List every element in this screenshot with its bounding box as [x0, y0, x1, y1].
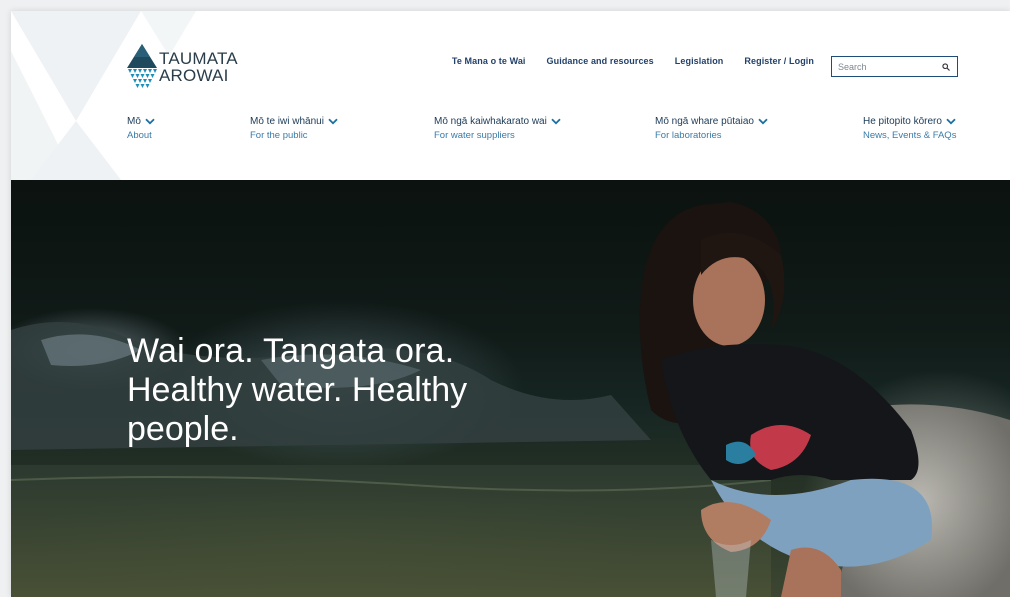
nav-item-for-water-suppliers[interactable]: Mō ngā kaiwhakarato wai For water suppli… [434, 115, 561, 143]
water-drop-logo-icon [127, 44, 157, 88]
hero-heading: Wai ora. Tangata ora. Healthy water. Hea… [127, 332, 547, 449]
browser-viewport: TAUMATA AROWAI Te Mana o te Wai Guidance… [11, 11, 1010, 597]
nav-item-about[interactable]: Mō About [127, 115, 155, 143]
chevron-down-icon [145, 118, 155, 125]
utility-nav: Te Mana o te Wai Guidance and resources … [452, 56, 814, 66]
nav-item-english-label: For water suppliers [434, 130, 515, 141]
search-box[interactable] [831, 56, 958, 77]
nav-item-maori-label: He pitopito kōrero [863, 116, 942, 127]
nav-item-english-label: For laboratories [655, 130, 722, 141]
utility-link-legislation[interactable]: Legislation [675, 56, 724, 66]
chevron-down-icon [946, 118, 956, 125]
nav-item-for-the-public[interactable]: Mō te iwi whānui For the public [250, 115, 338, 143]
utility-link-te-mana-o-te-wai[interactable]: Te Mana o te Wai [452, 56, 526, 66]
nav-item-for-laboratories[interactable]: Mō ngā whare pūtaiao For laboratories [655, 115, 768, 143]
chevron-down-icon [328, 118, 338, 125]
nav-item-news-events-faqs[interactable]: He pitopito kōrero News, Events & FAQs [863, 115, 956, 143]
chevron-down-icon [758, 118, 768, 125]
hero-banner: Wai ora. Tangata ora. Healthy water. Hea… [11, 180, 1010, 597]
chevron-down-icon [551, 118, 561, 125]
nav-item-maori-label: Mō ngā whare pūtaiao [655, 116, 754, 127]
site-header: TAUMATA AROWAI Te Mana o te Wai Guidance… [11, 11, 1010, 180]
hero-heading-maori: Wai ora. Tangata ora. [127, 332, 455, 370]
logo-line-1: TAUMATA [159, 49, 238, 68]
nav-item-english-label: For the public [250, 130, 308, 141]
utility-link-guidance-and-resources[interactable]: Guidance and resources [547, 56, 654, 66]
logo-wordmark: TAUMATA AROWAI [159, 50, 238, 84]
hero-heading-english: Healthy water. Healthy people. [127, 371, 468, 448]
nav-item-maori-label: Mō [127, 116, 141, 127]
nav-item-english-label: News, Events & FAQs [863, 130, 957, 141]
search-input[interactable] [838, 61, 938, 72]
taumata-arowai-logo[interactable]: TAUMATA AROWAI [127, 42, 247, 92]
nav-item-english-label: About [127, 130, 152, 141]
search-icon[interactable] [941, 62, 951, 72]
main-nav: Mō About Mō te iwi whānui For the public… [11, 115, 1010, 155]
utility-link-register-login[interactable]: Register / Login [744, 56, 814, 66]
logo-line-2: AROWAI [159, 66, 229, 85]
nav-item-maori-label: Mō te iwi whānui [250, 116, 324, 127]
nav-item-maori-label: Mō ngā kaiwhakarato wai [434, 116, 547, 127]
